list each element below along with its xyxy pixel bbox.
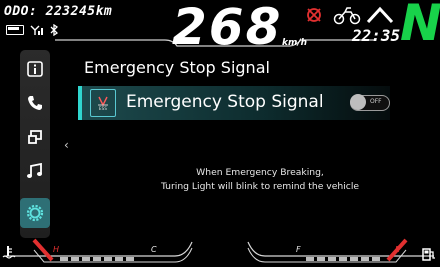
speed-unit: km/h	[282, 38, 308, 48]
gear-icon	[26, 204, 44, 222]
ess-setting-label: Emergency Stop Signal	[126, 92, 324, 112]
dashboard-screen: ODO: 223245km 268 km/h 22:35 N Emergency…	[0, 0, 440, 267]
sidebar-item-media-apps[interactable]	[20, 122, 50, 152]
fuel-pump-icon	[422, 246, 436, 265]
sidebar	[20, 50, 50, 238]
status-icons	[6, 24, 58, 36]
ess-icon-label: ESS	[98, 106, 108, 111]
clock: 22:35	[352, 26, 401, 45]
temp-hot-label: H	[53, 245, 60, 254]
sidebar-item-settings[interactable]	[20, 198, 50, 228]
ess-setting-row[interactable]: ESS Emergency Stop Signal OFF	[78, 86, 390, 120]
bottom-gauges	[6, 238, 434, 263]
phone-icon	[28, 96, 42, 110]
speedometer-value: 268	[172, 0, 283, 56]
fuel-full-label: F	[296, 245, 301, 254]
toggle-state-label: OFF	[370, 98, 382, 105]
page-title: Emergency Stop Signal	[84, 58, 270, 77]
ess-icon: ESS	[90, 89, 116, 117]
music-icon	[27, 163, 42, 178]
odometer: ODO: 223245km	[4, 4, 113, 19]
thermometer-icon	[2, 244, 16, 263]
description-line-1: When Emergency Breaking,	[196, 167, 324, 178]
info-icon	[27, 61, 43, 77]
gear-indicator: N	[400, 0, 440, 52]
sidebar-item-phone[interactable]	[20, 88, 50, 118]
temp-cold-label: C	[151, 245, 157, 254]
toggle-knob	[350, 94, 366, 110]
setting-description: When Emergency Breaking, Turing Light wi…	[110, 166, 410, 194]
abs-warning-icon	[305, 6, 323, 28]
ess-toggle[interactable]: OFF	[350, 94, 390, 111]
description-line-2: Turing Light will blink to remind the ve…	[160, 181, 360, 192]
road-icon	[366, 6, 394, 28]
sidebar-item-music[interactable]	[20, 156, 50, 186]
battery-icon	[6, 25, 24, 35]
apps-icon	[28, 130, 42, 144]
sidebar-item-info[interactable]	[20, 54, 50, 84]
fuel-empty-label: E	[395, 245, 401, 254]
bluetooth-icon	[50, 24, 58, 36]
back-chevron-icon[interactable]: ‹	[64, 138, 69, 152]
signal-icon	[30, 25, 44, 35]
